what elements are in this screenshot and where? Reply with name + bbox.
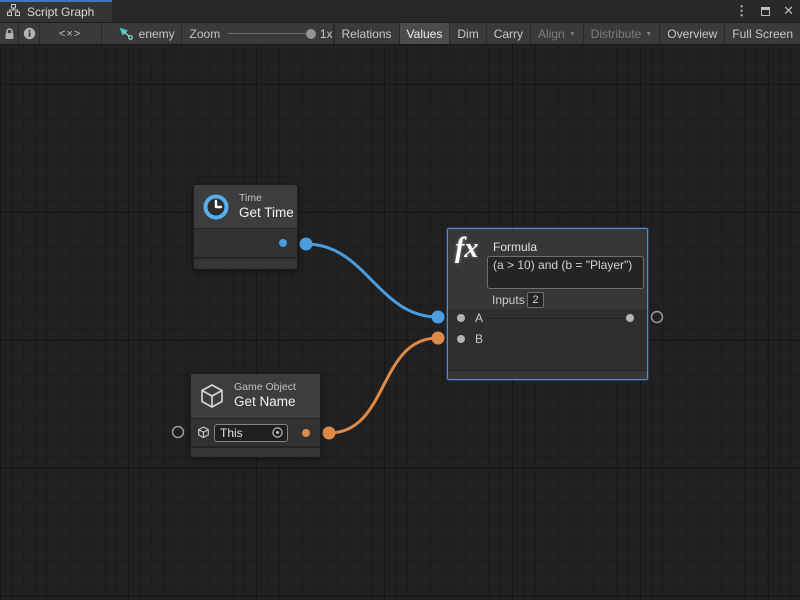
graph-name: enemy [139,27,175,41]
info-button[interactable] [19,23,39,44]
zoom-label: Zoom [190,27,221,41]
relations-button[interactable]: Relations [334,23,399,44]
formula-expression-input[interactable]: (a > 10) and (b = "Player") [487,256,644,289]
fullscreen-button[interactable]: Full Screen [724,23,800,44]
get-name-ports: This [191,419,320,446]
clock-icon [202,193,230,221]
node-get-name[interactable]: Game Object Get Name This [190,373,321,458]
wire-endpoint [432,311,445,324]
connection-wires [0,45,800,600]
inputs-count-field[interactable]: 2 [527,292,544,308]
port-row-a: A [448,310,647,326]
node-category: Game Object [234,381,296,394]
wire-endpoint [300,238,313,251]
formula-result-port[interactable] [626,314,634,322]
carry-button[interactable]: Carry [486,23,530,44]
node-category: Time [239,192,294,205]
lock-button[interactable] [0,23,19,44]
port-label: B [475,332,483,346]
get-time-header: Time Get Time [194,185,297,229]
wire-gettime-to-formula-a[interactable] [306,244,438,317]
chevron-down-icon: ▼ [645,31,652,38]
script-graph-window: Script Graph ⋮ ✕ <×> [0,0,800,600]
inputs-label: Inputs [492,293,525,307]
hierarchy-icon [7,3,20,21]
zoom-control: Zoom 1x [182,23,334,44]
fx-icon: fx [455,233,478,265]
tab-script-graph[interactable]: Script Graph [0,0,112,22]
target-object-value: This [215,426,271,440]
tab-title: Script Graph [27,5,94,19]
get-time-footer [194,257,297,268]
node-formula[interactable]: fx Formula (a > 10) and (b = "Player") I… [447,228,648,380]
maximize-icon[interactable] [761,7,770,16]
wire-endpoint [323,427,336,440]
get-name-header: Game Object Get Name [191,374,320,419]
values-button[interactable]: Values [399,23,450,44]
code-icon: <×> [59,28,81,40]
get-name-output-port[interactable] [302,429,310,437]
port-label: A [475,311,483,325]
dim-button[interactable]: Dim [449,23,485,44]
align-button[interactable]: Align ▼ [530,23,583,44]
object-picker-icon[interactable] [271,426,284,439]
getname-target-input-port[interactable] [173,427,184,438]
window-controls: ⋮ ✕ [735,0,794,22]
overview-button[interactable]: Overview [659,23,724,44]
info-icon [23,27,36,40]
zoom-slider-handle[interactable] [306,29,316,39]
wire-getname-to-formula-b[interactable] [329,338,438,433]
graph-canvas[interactable]: Time Get Time fx Formula (a > 10) and (b… [0,45,800,600]
script-graph-icon [119,27,133,40]
graph-toolbar: <×> enemy Zoom 1x Relations Values Dim [0,22,800,45]
formula-input-b-port[interactable] [457,335,465,343]
relation-line [487,318,624,319]
node-title: Get Name [234,394,296,411]
menu-icon[interactable]: ⋮ [735,0,748,22]
lock-icon [4,28,15,40]
port-row-b: B [448,331,647,347]
formula-footer [448,370,647,380]
node-get-time[interactable]: Time Get Time [193,184,298,270]
title-bar: Script Graph ⋮ ✕ [0,0,800,22]
close-icon[interactable]: ✕ [783,0,794,22]
formula-input-a-port[interactable] [457,314,465,322]
formula-output-port[interactable] [652,312,663,323]
cube-icon [197,426,210,439]
graph-asset[interactable]: enemy [102,23,182,44]
get-time-output-port[interactable] [279,239,287,247]
cube-icon [199,383,225,410]
get-name-footer [191,446,320,456]
code-preview-button[interactable]: <×> [40,23,102,44]
node-title: Get Time [239,205,294,222]
target-object-field[interactable]: This [214,424,288,442]
node-title: Formula [493,240,537,254]
distribute-button[interactable]: Distribute ▼ [583,23,660,44]
chevron-down-icon: ▼ [569,31,576,38]
zoom-value: 1x [320,27,333,41]
wire-endpoint [432,332,445,345]
zoom-slider[interactable] [228,33,312,34]
get-time-ports [194,229,297,257]
